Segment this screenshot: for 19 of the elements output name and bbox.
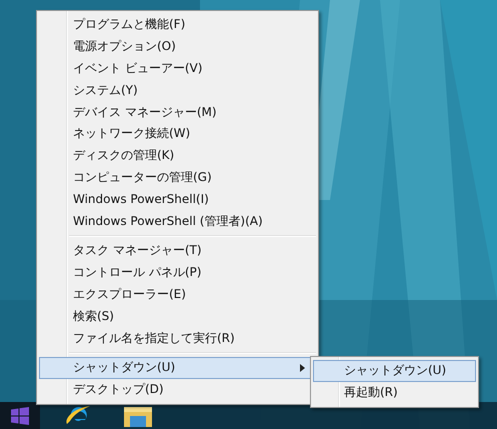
start-button[interactable] [0,402,40,429]
menu-item[interactable]: タスク マネージャー(T) [39,240,316,262]
menu-item[interactable]: 電源オプション(O) [39,36,316,58]
menu-item[interactable]: コンピューターの管理(G) [39,166,316,188]
menu-item[interactable]: エクスプローラー(E) [39,284,316,306]
menu-item[interactable]: コントロール パネル(P) [39,262,316,284]
menu-item[interactable]: ディスクの管理(K) [39,144,316,167]
menu-item[interactable]: シャットダウン(U) [313,360,476,382]
windows-logo-icon [11,406,29,424]
menu-item[interactable]: ファイル名を指定して実行(R) [39,327,316,349]
menu-item[interactable]: Windows PowerShell (管理者)(A) [39,210,316,232]
menu-item[interactable]: ネットワーク接続(W) [39,122,316,145]
menu-item[interactable]: プログラムと機能(F) [39,14,316,36]
menu-item[interactable]: デバイス マネージャー(M) [39,101,316,123]
menu-item[interactable]: 検索(S) [39,305,316,328]
menu-item[interactable]: システム(Y) [39,79,316,102]
menu-item[interactable]: 再起動(R) [313,382,476,404]
menu-item[interactable]: イベント ビューアー(V) [39,58,316,80]
menu-item[interactable]: Windows PowerShell(I) [39,188,316,210]
